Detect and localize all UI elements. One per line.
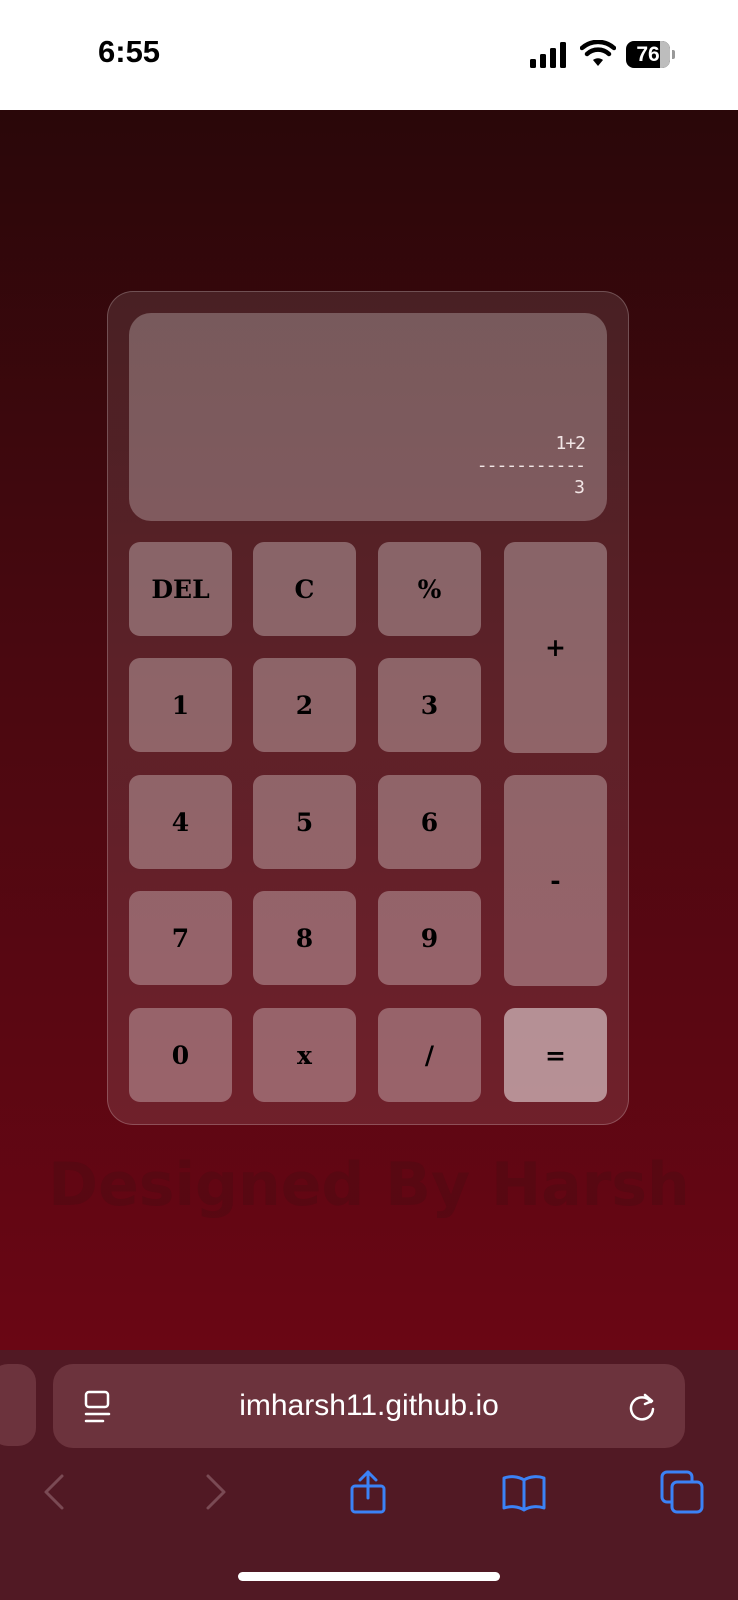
key-plus[interactable]: +	[504, 542, 607, 753]
web-page: 1+2 ----------- 3 DEL C % + 1 2 3 4 5 6 …	[0, 110, 738, 1350]
key-clear[interactable]: C	[253, 542, 356, 636]
address-bar[interactable]: imharsh11.github.io	[53, 1364, 685, 1448]
key-1[interactable]: 1	[129, 658, 232, 752]
designer-credit: Designed By Harsh	[48, 1150, 690, 1220]
calculator: 1+2 ----------- 3 DEL C % + 1 2 3 4 5 6 …	[107, 291, 629, 1125]
key-minus[interactable]: -	[504, 775, 607, 986]
battery-icon: 76	[626, 41, 675, 68]
key-9[interactable]: 9	[378, 891, 481, 985]
key-5[interactable]: 5	[253, 775, 356, 869]
key-8[interactable]: 8	[253, 891, 356, 985]
key-0[interactable]: 0	[129, 1008, 232, 1102]
status-bar: 6:55 76	[0, 0, 738, 110]
forward-icon[interactable]	[192, 1470, 236, 1514]
wifi-icon	[580, 40, 616, 66]
browser-toolbar: imharsh11.github.io	[0, 1350, 738, 1600]
status-time: 6:55	[98, 34, 161, 69]
share-icon[interactable]	[346, 1470, 390, 1514]
display-divider: -----------	[476, 455, 586, 476]
key-multiply[interactable]: x	[253, 1008, 356, 1102]
calculator-display: 1+2 ----------- 3	[129, 313, 607, 521]
key-4[interactable]: 4	[129, 775, 232, 869]
cellular-signal-icon	[530, 42, 566, 68]
battery-level: 76	[636, 43, 660, 66]
key-del[interactable]: DEL	[129, 542, 232, 636]
tabs-icon[interactable]	[660, 1470, 704, 1514]
display-result: 3	[574, 477, 585, 498]
key-2[interactable]: 2	[253, 658, 356, 752]
key-7[interactable]: 7	[129, 891, 232, 985]
home-indicator[interactable]	[238, 1572, 500, 1581]
display-expression: 1+2	[555, 433, 585, 454]
battery-empty-portion	[660, 41, 670, 68]
key-divide[interactable]: /	[378, 1008, 481, 1102]
back-icon[interactable]	[34, 1470, 78, 1514]
key-3[interactable]: 3	[378, 658, 481, 752]
bookmarks-icon[interactable]	[502, 1470, 546, 1514]
key-equals[interactable]: =	[504, 1008, 607, 1102]
reload-icon[interactable]	[625, 1390, 659, 1424]
url-text[interactable]: imharsh11.github.io	[53, 1389, 685, 1423]
key-percent[interactable]: %	[378, 542, 481, 636]
key-6[interactable]: 6	[378, 775, 481, 869]
previous-tab-preview[interactable]	[0, 1364, 36, 1446]
